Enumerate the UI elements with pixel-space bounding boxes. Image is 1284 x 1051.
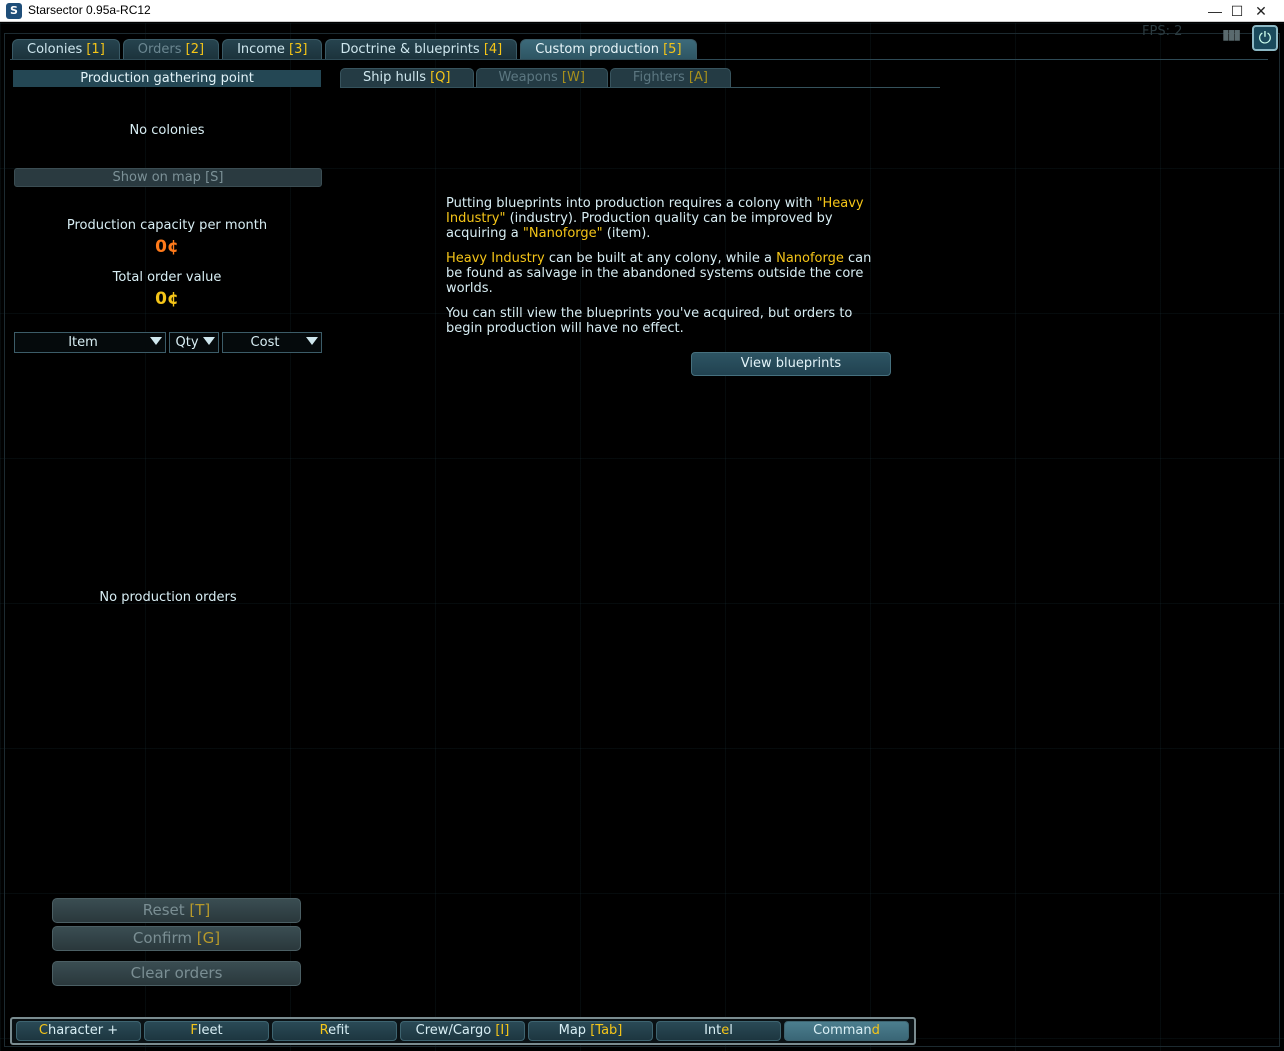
tab-label: Income bbox=[237, 42, 290, 57]
no-colonies-text: No colonies bbox=[129, 123, 205, 138]
tab-label: Weapons bbox=[498, 70, 562, 85]
nav-refit[interactable]: Refit bbox=[272, 1021, 397, 1041]
tab-label: Custom production bbox=[535, 42, 664, 57]
nav-hotkey: d bbox=[871, 1023, 880, 1038]
window-titlebar: S Starsector 0.95a-RC12 — ☐ ✕ bbox=[0, 0, 1284, 22]
tab-label: Doctrine & blueprints bbox=[340, 42, 484, 57]
nav-label: Map bbox=[558, 1023, 591, 1038]
total-order-value-label: Total order value bbox=[112, 270, 222, 285]
tab-ship-hulls[interactable]: Ship hulls [Q] bbox=[340, 68, 474, 87]
show-on-map-button[interactable]: Show on map [S] bbox=[14, 168, 322, 187]
tab-label: Colonies bbox=[27, 42, 87, 57]
view-blueprints-button[interactable]: View blueprints bbox=[691, 352, 891, 376]
window-title: Starsector 0.95a-RC12 bbox=[28, 3, 151, 17]
nav-label: efit bbox=[328, 1023, 350, 1038]
tab-hotkey: [A] bbox=[688, 70, 708, 85]
info-paragraph: Putting blueprints into production requi… bbox=[446, 196, 891, 241]
tab-custom-production[interactable]: Custom production [5] bbox=[520, 39, 697, 59]
tab-fighters[interactable]: Fighters [A] bbox=[609, 68, 731, 87]
nanoforge-highlight: Nanoforge bbox=[776, 251, 844, 266]
heavy-industry-highlight: Heavy Industry bbox=[446, 251, 545, 266]
sort-down-icon bbox=[203, 337, 215, 345]
nav-label: leet bbox=[197, 1023, 223, 1038]
starsector-app-icon: S bbox=[6, 3, 22, 19]
nav-label: Int bbox=[704, 1023, 722, 1038]
tab-income[interactable]: Income [3] bbox=[222, 39, 323, 59]
production-gathering-point-header: Production gathering point bbox=[13, 70, 321, 87]
info-paragraph: You can still view the blueprints you've… bbox=[446, 306, 853, 336]
tab-baseline bbox=[10, 59, 1268, 60]
nav-label: haracter + bbox=[47, 1023, 119, 1038]
tab-label: Ship hulls bbox=[363, 70, 431, 85]
tab-label: Orders bbox=[137, 42, 186, 57]
nav-intel[interactable]: Intel bbox=[656, 1021, 781, 1041]
nav-label: Comman bbox=[813, 1023, 872, 1038]
tab-hotkey: [1] bbox=[86, 42, 105, 57]
info-text: Putting blueprints into production requi… bbox=[446, 196, 817, 211]
column-label: Item bbox=[68, 335, 98, 350]
nav-map[interactable]: Map [Tab] bbox=[528, 1021, 653, 1041]
tab-hotkey: [5] bbox=[663, 42, 682, 57]
nav-crew-cargo[interactable]: Crew/Cargo [I] bbox=[400, 1021, 525, 1041]
column-cost-sort[interactable]: Cost bbox=[222, 332, 322, 353]
column-label: Cost bbox=[250, 335, 280, 350]
nav-hotkey: C bbox=[38, 1023, 48, 1038]
nav-hotkey: [Tab] bbox=[590, 1023, 623, 1038]
column-label: Qty bbox=[175, 335, 199, 350]
production-sub-tabs: Ship hulls [Q] Weapons [W] Fighters [A] bbox=[340, 68, 731, 87]
button-hotkey: [G] bbox=[196, 929, 221, 947]
nav-label: l bbox=[729, 1023, 733, 1038]
sort-down-icon bbox=[150, 337, 162, 345]
game-viewport: FPS: 2 ▮▮▮ ⏻ Colonies [1] Orders [2] Inc… bbox=[0, 23, 1284, 1051]
production-capacity-value: 0¢ bbox=[155, 237, 179, 257]
tab-weapons[interactable]: Weapons [W] bbox=[475, 68, 608, 87]
tab-label: Fighters bbox=[632, 70, 689, 85]
production-requirements-info: Putting blueprints into production requi… bbox=[446, 196, 891, 346]
tab-doctrine-blueprints[interactable]: Doctrine & blueprints [4] bbox=[325, 39, 518, 59]
nav-hotkey: R bbox=[319, 1023, 329, 1038]
tab-hotkey: [3] bbox=[289, 42, 308, 57]
nav-fleet[interactable]: Fleet bbox=[144, 1021, 269, 1041]
tab-hotkey: [2] bbox=[185, 42, 205, 57]
bars-icon: ▮▮▮ bbox=[1222, 27, 1241, 43]
clear-orders-button[interactable]: Clear orders bbox=[52, 961, 301, 986]
tab-colonies[interactable]: Colonies [1] bbox=[12, 39, 120, 59]
nav-command[interactable]: Command bbox=[784, 1021, 909, 1041]
no-production-orders-text: No production orders bbox=[99, 590, 237, 605]
nav-character[interactable]: Character + bbox=[16, 1021, 141, 1041]
button-label: Reset bbox=[142, 901, 190, 919]
tab-orders[interactable]: Orders [2] bbox=[122, 39, 220, 59]
power-icon[interactable]: ⏻ bbox=[1252, 25, 1278, 51]
nav-hotkey: F bbox=[190, 1023, 198, 1038]
nav-hotkey: [I] bbox=[495, 1023, 510, 1038]
close-button[interactable]: ✕ bbox=[1238, 0, 1284, 22]
column-qty-sort[interactable]: Qty bbox=[169, 332, 219, 353]
bottom-nav-tabs: Character + Fleet Refit Crew/Cargo [I] M… bbox=[16, 1021, 909, 1041]
nanoforge-highlight: "Nanoforge" bbox=[522, 226, 603, 241]
nav-label: Crew/Cargo bbox=[415, 1023, 496, 1038]
tab-hotkey: [W] bbox=[561, 70, 585, 85]
reset-button[interactable]: Reset [T] bbox=[52, 898, 301, 923]
main-tabs: Colonies [1] Orders [2] Income [3] Doctr… bbox=[12, 39, 697, 59]
fps-readout: FPS: 2 bbox=[1142, 24, 1183, 39]
column-item-sort[interactable]: Item bbox=[14, 332, 166, 353]
confirm-button[interactable]: Confirm [G] bbox=[52, 926, 301, 951]
production-capacity-label: Production capacity per month bbox=[66, 218, 268, 233]
info-text: can be built at any colony, while a bbox=[544, 251, 777, 266]
total-order-value: 0¢ bbox=[155, 289, 179, 309]
info-text: (item). bbox=[602, 226, 651, 241]
tab-hotkey: [Q] bbox=[430, 70, 451, 85]
info-paragraph: Heavy Industry can be built at any colon… bbox=[446, 251, 891, 296]
tab-hotkey: [4] bbox=[483, 42, 503, 57]
sub-tab-baseline bbox=[340, 87, 940, 88]
sort-down-icon bbox=[306, 337, 318, 345]
button-label: Confirm bbox=[132, 929, 197, 947]
button-hotkey: [T] bbox=[189, 901, 211, 919]
